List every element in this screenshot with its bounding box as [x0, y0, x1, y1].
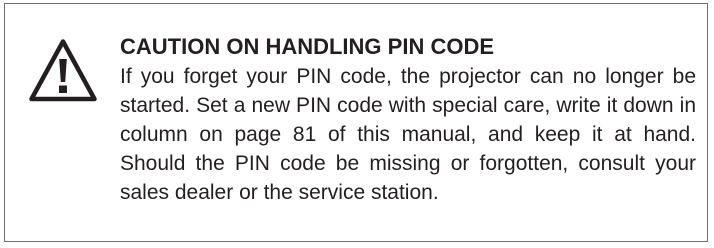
caution-body-text: If you forget your PIN code, the project… [120, 65, 696, 204]
caution-notice-box: CAUTION ON HANDLING PIN CODE If you forg… [4, 3, 708, 242]
caution-title: CAUTION ON HANDLING PIN CODE [120, 34, 494, 59]
warning-triangle-icon [28, 39, 98, 103]
